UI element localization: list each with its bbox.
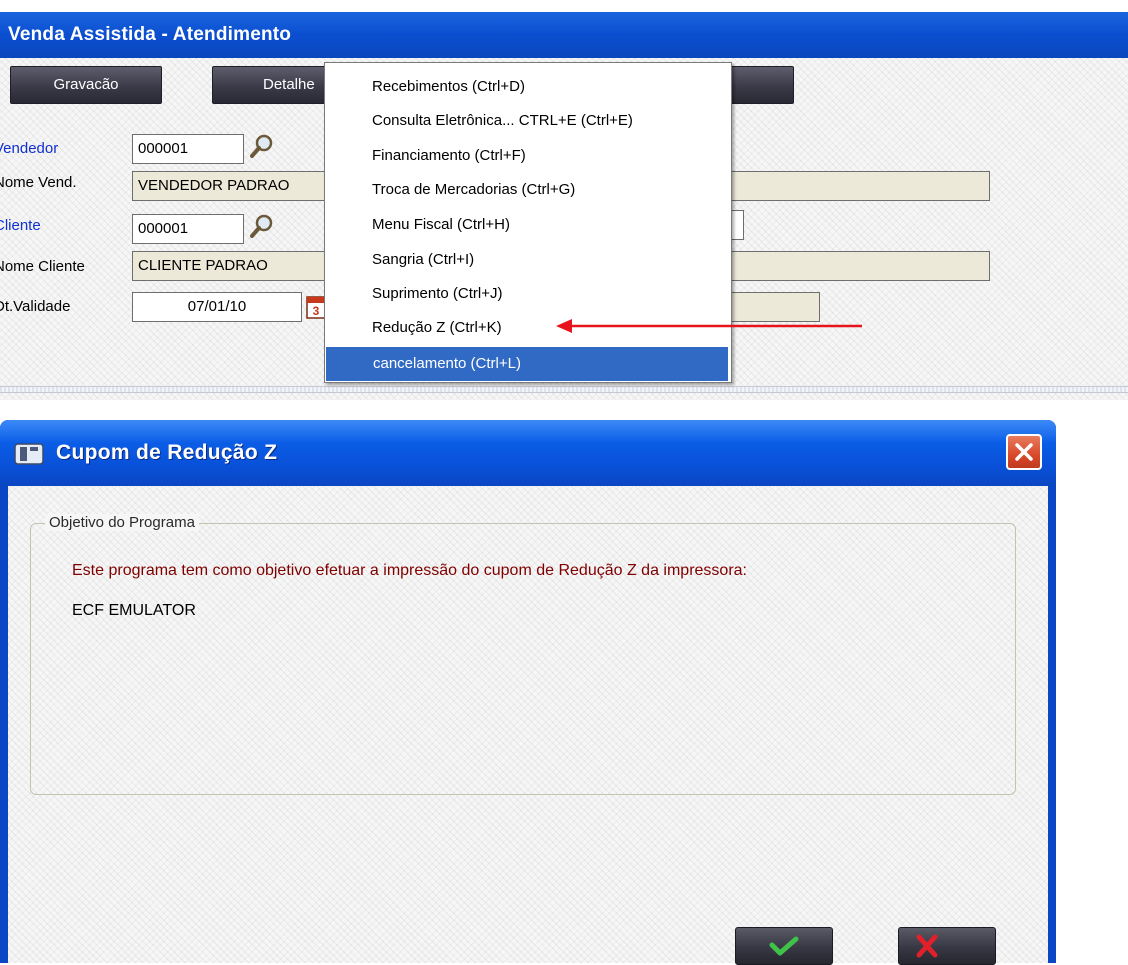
window-title: Venda Assistida - Atendimento xyxy=(0,12,1128,58)
menu-item-consulta-eletronica[interactable]: Consulta Eletrônica... CTRL+E (Ctrl+E) xyxy=(325,104,725,138)
cliente-label[interactable]: Cliente xyxy=(0,217,41,234)
menu-item-suprimento[interactable]: Suprimento (Ctrl+J) xyxy=(325,277,725,311)
menu-item-menu-fiscal[interactable]: Menu Fiscal (Ctrl+H) xyxy=(325,208,725,242)
menu-item-recebimentos[interactable]: Recebimentos (Ctrl+D) xyxy=(325,70,725,104)
menu-item-sangria[interactable]: Sangria (Ctrl+I) xyxy=(325,243,725,277)
divider xyxy=(0,386,1128,393)
svg-text:3: 3 xyxy=(313,304,320,318)
app-icon xyxy=(14,443,44,465)
cancel-button[interactable] xyxy=(898,927,996,965)
nome-vend-field-ext xyxy=(728,171,990,201)
gravacao-button[interactable]: Gravacão xyxy=(10,66,162,104)
description-text: Este programa tem como objetivo efetuar … xyxy=(72,562,747,579)
search-icon[interactable] xyxy=(248,212,276,240)
calendar-icon[interactable]: 3 xyxy=(306,294,326,320)
vendedor-label[interactable]: Vendedor xyxy=(0,140,58,157)
groupbox-legend: Objetivo do Programa xyxy=(45,514,199,531)
validade-input[interactable]: 07/01/10 xyxy=(132,292,302,322)
validade-label: Dt.Validade xyxy=(0,298,71,315)
menu-item-troca-mercadorias[interactable]: Troca de Mercadorias (Ctrl+G) xyxy=(325,173,725,207)
dialog-title: Cupom de Redução Z xyxy=(56,441,278,464)
printer-name: ECF EMULATOR xyxy=(72,602,196,619)
annotation-arrow-icon xyxy=(556,319,862,333)
nome-cliente-label: Nome Cliente xyxy=(0,258,85,275)
close-icon xyxy=(1015,443,1033,461)
vendedor-input[interactable]: 000001 xyxy=(132,134,244,164)
dialog-titlebar: Cupom de Redução Z xyxy=(0,420,1056,486)
nome-vend-label: Nome Vend. xyxy=(0,174,77,191)
reducao-z-dialog: Cupom de Redução Z Objetivo do Programa … xyxy=(0,420,1056,965)
menu-item-cancelamento[interactable]: cancelamento (Ctrl+L) xyxy=(326,347,728,381)
search-icon[interactable] xyxy=(248,132,276,160)
x-icon xyxy=(916,934,938,958)
detalhes-button[interactable]: Detalhe xyxy=(212,66,342,104)
menu-item-financiamento[interactable]: Financiamento (Ctrl+F) xyxy=(325,139,725,173)
check-icon xyxy=(769,936,799,956)
dialog-client-area: Objetivo do Programa Este programa tem c… xyxy=(8,486,1048,965)
close-button[interactable] xyxy=(1006,434,1042,470)
nome-cliente-field: CLIENTE PADRAO xyxy=(132,251,332,281)
confirm-button[interactable] xyxy=(735,927,833,965)
cliente-input[interactable]: 000001 xyxy=(132,214,244,244)
nome-cliente-field-ext xyxy=(728,251,990,281)
nome-vend-field: VENDEDOR PADRAO xyxy=(132,171,332,201)
